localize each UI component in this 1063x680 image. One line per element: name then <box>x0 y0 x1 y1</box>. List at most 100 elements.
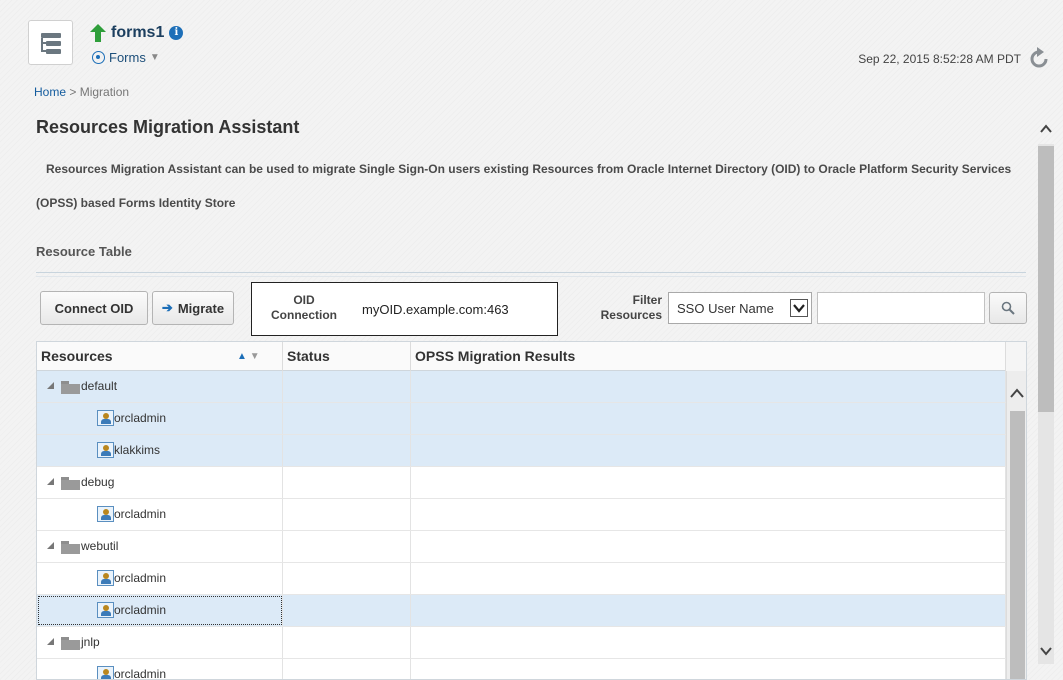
user-icon <box>97 570 114 586</box>
opss-result-cell <box>411 531 1006 562</box>
user-icon <box>97 410 114 426</box>
table-body: default orcladmin klakkims debug orcladmin we… <box>37 371 1006 680</box>
opss-result-cell <box>411 467 1006 498</box>
search-button[interactable] <box>989 292 1027 324</box>
resource-group-label: webutil <box>81 539 119 553</box>
page-scrollbar-thumb[interactable] <box>1038 146 1054 412</box>
status-cell <box>283 467 411 498</box>
breadcrumb-separator: > <box>66 85 80 99</box>
status-cell <box>283 403 411 434</box>
expand-toggle-icon[interactable] <box>47 638 54 645</box>
resource-group-label: jnlp <box>81 635 100 649</box>
table-row[interactable]: default <box>37 371 1006 403</box>
user-icon <box>97 602 114 618</box>
search-input[interactable] <box>817 292 985 324</box>
expand-toggle-icon[interactable] <box>47 542 54 549</box>
sort-descending-icon[interactable]: ▼ <box>250 351 260 362</box>
resource-cell[interactable]: default <box>37 371 283 402</box>
status-cell <box>283 371 411 402</box>
status-cell <box>283 563 411 594</box>
filter-resources-label: Filter Resources <box>600 293 662 322</box>
forms-target-icon <box>92 51 105 64</box>
table-row[interactable]: orcladmin <box>37 595 1006 627</box>
filter-select-value: SSO User Name <box>677 300 774 316</box>
navigation-menu-button[interactable] <box>28 20 73 65</box>
resource-cell[interactable]: jnlp <box>37 627 283 658</box>
breadcrumb-home[interactable]: Home <box>34 85 66 99</box>
chevron-down-icon[interactable] <box>790 299 808 317</box>
resource-user-label: orcladmin <box>114 603 167 617</box>
connect-oid-button[interactable]: Connect OID <box>40 291 148 325</box>
opss-result-cell <box>411 403 1006 434</box>
resource-table: Resources ▲ ▼ Status OPSS Migration Resu… <box>36 341 1027 680</box>
info-icon[interactable]: i <box>169 26 184 40</box>
resource-cell[interactable]: orcladmin <box>37 499 283 530</box>
page-title: Resources Migration Assistant <box>36 117 300 137</box>
table-scrollbar-thumb[interactable] <box>1010 411 1025 679</box>
table-row[interactable]: jnlp <box>37 627 1006 659</box>
column-header-resources[interactable]: Resources ▲ ▼ <box>37 342 283 371</box>
resource-cell[interactable]: orcladmin <box>37 563 283 594</box>
table-row[interactable]: orcladmin <box>37 659 1006 680</box>
table-scrollbar[interactable] <box>1006 371 1026 679</box>
migrate-button[interactable]: ➔ Migrate <box>152 291 234 325</box>
table-row[interactable]: orcladmin <box>37 499 1006 531</box>
table-row[interactable]: klakkims <box>37 435 1006 467</box>
timestamp: Sep 22, 2015 8:52:28 AM PDT <box>858 52 1021 66</box>
page-scrollbar[interactable] <box>1036 118 1056 680</box>
oid-connection-panel: OID Connection myOID.example.com:463 <box>251 282 558 336</box>
search-icon <box>1001 301 1015 315</box>
section-title: Resource Table <box>36 244 132 259</box>
resource-cell[interactable]: webutil <box>37 531 283 562</box>
resource-user-label: orcladmin <box>114 411 167 425</box>
resource-user-label: orcladmin <box>114 571 167 585</box>
breadcrumb-current: Migration <box>79 85 130 99</box>
resource-cell[interactable]: orcladmin <box>37 659 283 680</box>
refresh-icon[interactable] <box>1027 47 1051 71</box>
column-header-opss-results[interactable]: OPSS Migration Results <box>411 342 1006 371</box>
opss-result-cell <box>411 659 1006 679</box>
chevron-up-icon[interactable] <box>1009 387 1025 399</box>
table-row[interactable]: orcladmin <box>37 403 1006 435</box>
status-cell <box>283 627 411 658</box>
resource-user-label: orcladmin <box>114 507 167 521</box>
page-description: Resources Migration Assistant can be use… <box>36 162 1012 210</box>
resource-cell[interactable]: klakkims <box>37 435 283 466</box>
expand-toggle-icon[interactable] <box>47 478 54 485</box>
column-header-status[interactable]: Status <box>283 342 411 371</box>
filter-select[interactable]: SSO User Name <box>668 292 812 324</box>
opss-result-cell <box>411 595 1006 626</box>
chevron-down-icon: ▼ <box>149 52 160 63</box>
sort-icons[interactable]: ▲ ▼ <box>237 342 260 371</box>
folder-icon <box>61 637 80 650</box>
table-row[interactable]: webutil <box>37 531 1006 563</box>
breadcrumb: Home > Migration <box>34 85 129 99</box>
table-header: Resources ▲ ▼ Status OPSS Migration Resu… <box>37 342 1026 371</box>
user-icon <box>97 442 114 458</box>
resource-cell[interactable]: orcladmin <box>37 595 283 626</box>
status-cell <box>283 435 411 466</box>
chevron-up-icon[interactable] <box>1039 122 1053 136</box>
table-row[interactable]: debug <box>37 467 1006 499</box>
table-row[interactable]: orcladmin <box>37 563 1006 595</box>
sort-ascending-icon[interactable]: ▲ <box>237 351 247 362</box>
chevron-down-icon[interactable] <box>1039 644 1053 658</box>
target-name[interactable]: forms1 <box>111 24 164 42</box>
resource-group-label: default <box>81 379 118 393</box>
status-cell <box>283 659 411 679</box>
resource-user-label: orcladmin <box>114 667 167 680</box>
folder-icon <box>61 381 80 394</box>
expand-toggle-icon[interactable] <box>47 382 54 389</box>
opss-result-cell <box>411 499 1006 530</box>
folder-icon <box>61 541 80 554</box>
resource-user-label: klakkims <box>114 443 161 457</box>
resource-cell[interactable]: debug <box>37 467 283 498</box>
target-menu[interactable]: Forms ▼ <box>92 50 160 65</box>
arrow-right-icon: ➔ <box>161 300 173 315</box>
resource-cell[interactable]: orcladmin <box>37 403 283 434</box>
folder-icon <box>61 477 80 490</box>
status-cell <box>283 595 411 626</box>
opss-result-cell <box>411 563 1006 594</box>
opss-result-cell <box>411 627 1006 658</box>
up-arrow-icon <box>90 24 106 42</box>
